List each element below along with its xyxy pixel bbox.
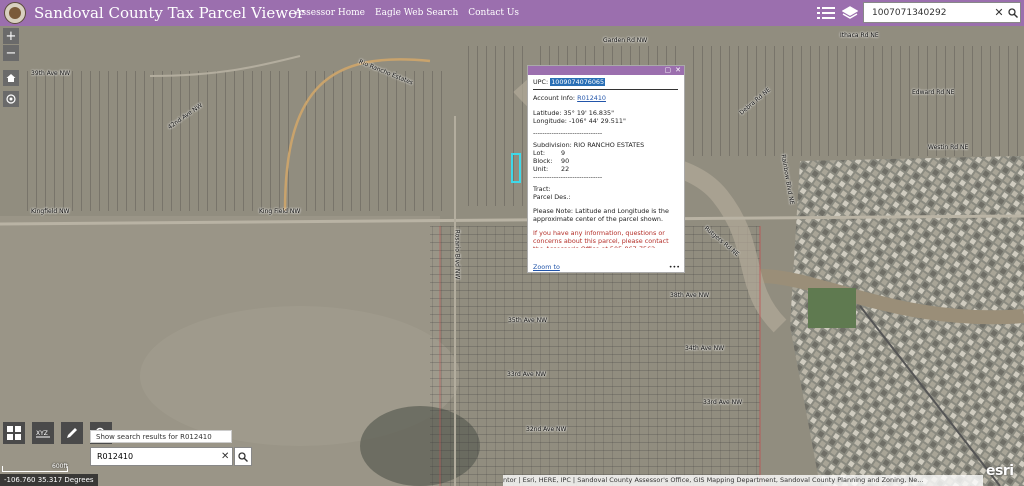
contact-note: If you have any information, questions o… [533,229,669,248]
street-label: Edward Rd NE [912,89,955,96]
svg-text:XYZ: XYZ [36,430,48,437]
basemap-gallery-button[interactable] [3,422,25,444]
home-button[interactable] [3,70,19,86]
maximize-icon[interactable]: ▢ [665,66,672,75]
coordinate-button[interactable]: XYZ [32,422,54,444]
search-button[interactable] [234,447,252,466]
account-row: Account Info: R012410 [533,94,606,102]
basemap-layers-icon[interactable] [840,3,860,23]
parcel-des-text: Parcel Des.: [533,193,571,201]
street-label: 38th Ave NW [670,292,710,299]
map-attribution: ntor | Esri, HERE, IPC | Sandoval County… [503,475,983,486]
more-actions-button[interactable]: ••• [669,263,680,271]
street-label: Westin Rd NE [928,144,969,151]
unit-label: Unit: [533,165,549,173]
latitude-text: Latitude: 35° 19' 16.835" [533,109,615,117]
grid-icon [7,426,21,440]
street-label: 33rd Ave NW [507,371,547,378]
header-search-input[interactable] [870,6,992,19]
zoom-out-button[interactable]: − [3,45,19,61]
street-label: King Field NW [259,208,301,215]
lot-value: 9 [561,149,566,157]
street-label: 32nd Ave NW [526,426,567,433]
search-icon [238,451,248,462]
search-icon[interactable] [1006,3,1020,22]
lat-long-note: Please Note: Latitude and Longitude is t… [533,207,669,223]
lot-label: Lot: [533,149,546,157]
longitude-text: Longitude: -106° 44' 29.511" [533,117,626,125]
xyz-icon: XYZ [36,430,50,438]
street-label: Ithaca Rd NE [840,32,879,39]
upc-row: UPC: 1009074076065 [533,78,606,86]
scale-label: 600ft [52,463,68,470]
street-label: Garden Rd NW [603,37,648,44]
block-value: 90 [561,157,570,165]
locate-button[interactable] [3,91,19,107]
pencil-icon [67,428,77,438]
street-label: 39th Ave NW [31,70,71,77]
county-seal-logo [4,2,26,24]
street-label: 33rd Ave NW [703,399,743,406]
unit-value: 22 [561,165,570,173]
clear-icon[interactable]: ✕ [221,451,229,462]
locate-icon [6,94,16,104]
close-icon[interactable]: ✕ [675,66,681,75]
popup-titlebar: ▢ ✕ [528,66,684,75]
zoom-to-link[interactable]: Zoom to [533,263,560,271]
street-label: 34th Ave NW [685,345,725,352]
header-search: ✕ [863,2,1021,23]
tract-text: Tract: [533,185,551,193]
parcel-search: ✕ [90,447,252,466]
nav-assessor-home[interactable]: Assessor Home [295,8,365,18]
account-link[interactable]: R012410 [577,94,606,102]
clear-icon[interactable]: ✕ [992,3,1006,22]
map-view[interactable]: Garden Rd NW Ithaca Rd NE 39th Ave NW Ri… [0,26,1024,486]
parcel-search-input[interactable] [95,451,221,462]
upc-value: 1009074076065 [550,78,606,86]
divider-text: ------------------------------ [533,173,603,181]
street-label: Rosario Blvd NW [453,229,461,280]
app-title: Sandoval County Tax Parcel Viewer [34,4,305,22]
nav-eagle-web-search[interactable]: Eagle Web Search [375,8,458,18]
street-label: Kingfield NW [31,208,70,215]
block-label: Block: [533,157,553,165]
draw-button[interactable] [61,422,83,444]
parcel-map-canvas [0,26,1024,486]
divider-text: ------------------------------ [533,129,603,137]
esri-logo: esri [986,463,1014,479]
nav-contact-us[interactable]: Contact Us [468,8,519,18]
search-suggestion[interactable]: Show search results for R012410 [90,430,232,443]
street-label: 35th Ave NW [508,317,548,324]
zoom-in-button[interactable]: + [3,28,19,44]
parcel-popup: ▢ ✕ UPC: 1009074076065 Account Info: R01… [527,65,685,273]
home-icon [6,74,16,82]
layer-list-icon[interactable] [816,3,836,23]
app-header: Sandoval County Tax Parcel Viewer Assess… [0,0,1024,26]
header-nav: Assessor Home Eagle Web Search Contact U… [295,0,529,26]
coordinate-readout: -106.760 35.317 Degrees [0,474,98,486]
subdivision-text: Subdivision: RIO RANCHO ESTATES [533,141,645,149]
